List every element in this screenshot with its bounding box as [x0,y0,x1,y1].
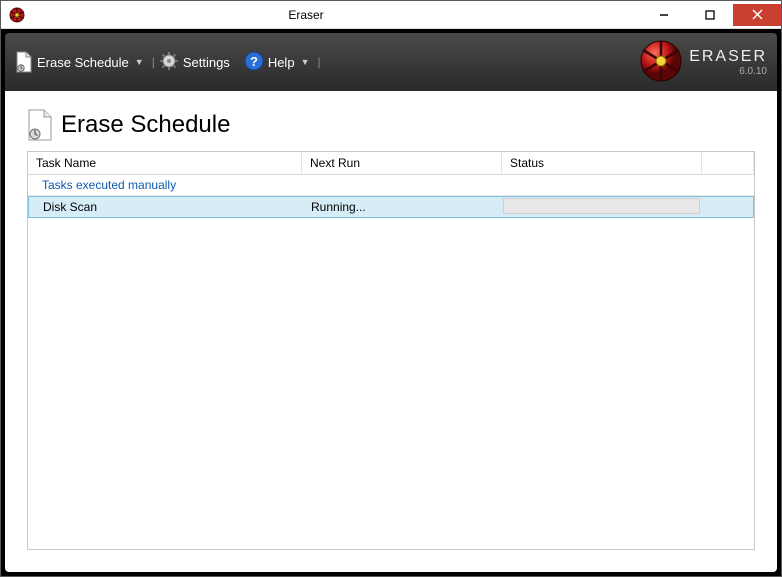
chevron-down-icon: ▼ [135,57,144,67]
page-title: Erase Schedule [61,111,230,139]
maximize-button[interactable] [687,4,733,26]
status-progress-bar [503,198,700,214]
chevron-down-icon: ▼ [301,57,310,67]
gear-icon [159,51,179,74]
help-label: Help [268,55,295,70]
app-frame: Erase Schedule ▼ | Settings ? Help ▼ | [1,29,781,576]
brand-name: ERASER [689,48,767,66]
separator: | [152,55,155,69]
separator: | [317,55,320,69]
erase-schedule-toolbar-button[interactable]: Erase Schedule ▼ [15,51,144,73]
col-header-task-name[interactable]: Task Name [28,152,302,174]
document-clock-icon [27,109,53,141]
titlebar: Eraser [1,1,781,29]
eraser-logo-icon [639,39,683,86]
col-header-pad [702,152,754,174]
col-header-next-run[interactable]: Next Run [302,152,502,174]
erase-schedule-label: Erase Schedule [37,55,129,70]
toolbar: Erase Schedule ▼ | Settings ? Help ▼ | [5,33,777,91]
window-buttons [641,4,781,26]
page-heading: Erase Schedule [27,109,755,141]
help-icon: ? [244,51,264,74]
grid-body: Tasks executed manually Disk Scan Runnin… [28,175,754,549]
minimize-button[interactable] [641,4,687,26]
task-grid: Task Name Next Run Status Tasks executed… [27,151,755,550]
cell-task-name: Disk Scan [29,197,303,217]
cell-pad [703,197,753,217]
document-icon [15,51,33,73]
grid-header: Task Name Next Run Status [28,152,754,175]
help-toolbar-button[interactable]: ? Help ▼ [244,51,310,74]
table-row[interactable]: Disk Scan Running... [28,196,754,218]
brand-version: 6.0.10 [739,66,767,77]
svg-text:?: ? [250,54,258,69]
settings-label: Settings [183,55,230,70]
settings-toolbar-button[interactable]: Settings [159,51,230,74]
cell-status [503,197,703,217]
cell-next-run: Running... [303,197,503,217]
col-header-status[interactable]: Status [502,152,702,174]
brand-text: ERASER 6.0.10 [689,48,767,77]
app-window: Eraser Erase Schedule ▼ | Settings [0,0,782,577]
brand-logo: ERASER 6.0.10 [639,39,767,86]
window-title: Eraser [0,8,641,22]
close-button[interactable] [733,4,781,26]
content-pane: Erase Schedule Task Name Next Run Status… [5,91,777,572]
group-row-manual[interactable]: Tasks executed manually [28,175,754,196]
